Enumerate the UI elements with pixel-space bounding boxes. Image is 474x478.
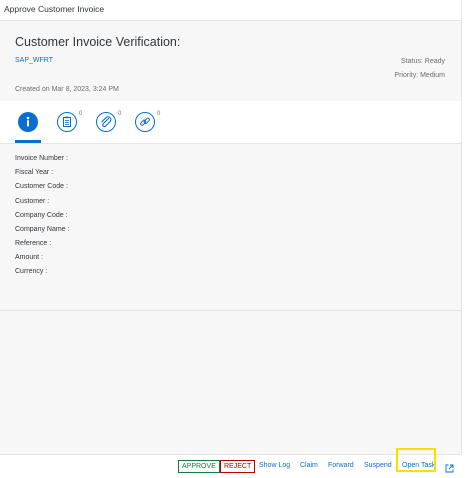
- window-titlebar: Approve Customer Invoice: [0, 0, 462, 21]
- link-icon: [136, 113, 154, 131]
- window-title: Approve Customer Invoice: [4, 4, 105, 14]
- forward-button[interactable]: Forward: [328, 461, 354, 470]
- suspend-button[interactable]: Suspend: [364, 461, 392, 470]
- company-code-label: Company Code :: [15, 212, 68, 219]
- open-task-highlight: [396, 448, 436, 472]
- tab-related-objects[interactable]: [135, 112, 155, 132]
- object-header: Customer Invoice Verification: SAP_WFRT …: [0, 21, 461, 144]
- tab-attachments[interactable]: [96, 112, 116, 132]
- tab-notes[interactable]: [57, 112, 77, 132]
- company-name-label: Company Name :: [15, 226, 70, 233]
- tab-information[interactable]: [18, 112, 38, 132]
- footer-toolbar: APPROVE REJECT Show Log Claim Forward Su…: [0, 454, 462, 475]
- related-objects-count: 0: [157, 111, 161, 117]
- right-pane: [462, 0, 474, 474]
- approve-button[interactable]: APPROVE: [178, 460, 220, 473]
- paperclip-icon: [97, 113, 115, 131]
- fiscal-year-label: Fiscal Year :: [15, 169, 54, 176]
- selected-tab-indicator: [15, 140, 41, 143]
- open-in-new-window-icon[interactable]: [445, 460, 454, 478]
- attachments-count: 0: [118, 111, 122, 117]
- show-log-button[interactable]: Show Log: [259, 461, 290, 470]
- claim-button[interactable]: Claim: [300, 461, 318, 470]
- amount-label: Amount :: [15, 254, 44, 261]
- invoice-fields: Invoice Number : Fiscal Year : Customer …: [0, 144, 461, 311]
- reference-label: Reference :: [15, 240, 52, 247]
- notes-icon: [58, 113, 76, 131]
- workflow-link[interactable]: SAP_WFRT: [15, 57, 53, 64]
- notes-count: 0: [79, 111, 83, 117]
- icon-tab-bar: 0 0 0: [0, 101, 461, 144]
- currency-label: Currency :: [15, 268, 48, 275]
- task-detail: Customer Invoice Verification: SAP_WFRT …: [0, 21, 461, 454]
- invoice-number-label: Invoice Number :: [15, 155, 68, 162]
- customer-code-label: Customer Code :: [15, 183, 68, 190]
- status-text: Status: Ready: [401, 58, 445, 65]
- page-title: Customer Invoice Verification:: [15, 35, 181, 49]
- priority-text: Priority: Medium: [394, 72, 445, 79]
- empty-content-area: [0, 311, 461, 454]
- customer-label: Customer :: [15, 198, 50, 205]
- created-text: Created on Mar 8, 2023, 3:24 PM: [15, 86, 119, 93]
- reject-button[interactable]: REJECT: [220, 460, 256, 473]
